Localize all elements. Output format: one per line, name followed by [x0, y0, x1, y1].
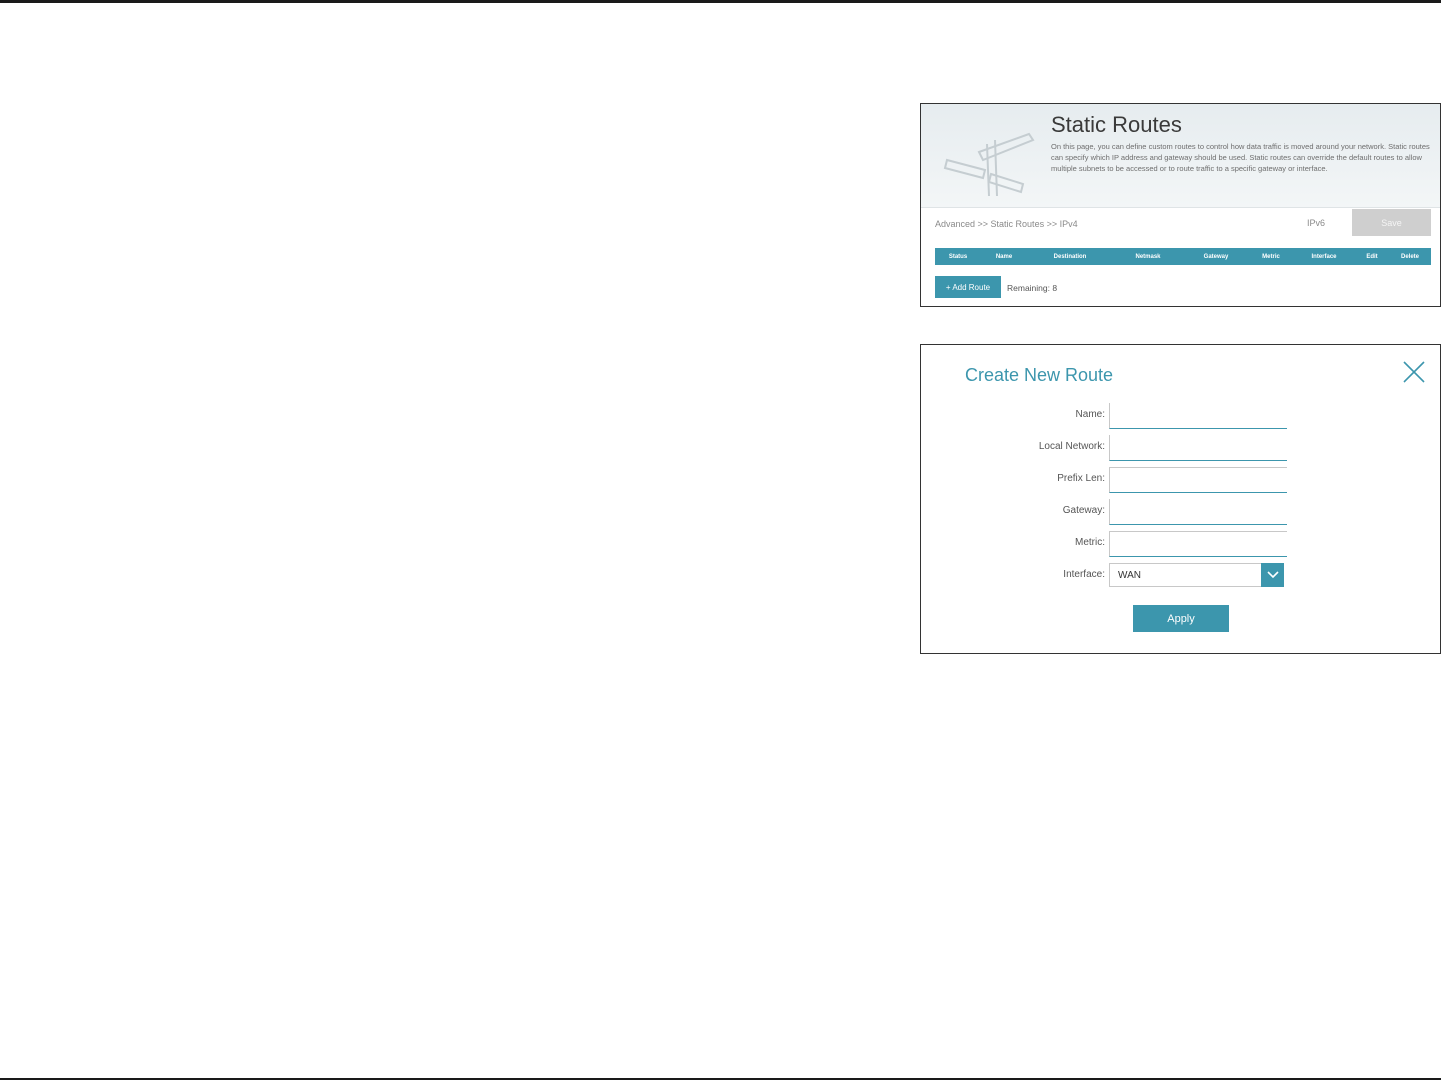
page-title: Static Routes [1051, 112, 1182, 137]
name-field[interactable] [1109, 403, 1287, 429]
metric-field[interactable] [1109, 531, 1287, 557]
local-network-row: Local Network: [921, 435, 1440, 463]
chevron-down-icon[interactable] [1261, 563, 1284, 587]
add-route-button[interactable]: + Add Route [935, 276, 1001, 298]
column-header: Status [948, 253, 968, 260]
column-header: Netmask [1135, 253, 1161, 260]
routes-table-header: Status Name Destination Netmask Gateway … [935, 248, 1431, 265]
column-header: Gateway [1203, 253, 1229, 260]
bottom-rule [0, 1078, 1441, 1080]
metric-row: Metric: [921, 531, 1440, 559]
local-network-label: Local Network: [1038, 441, 1105, 452]
manual-page: Static Routes On this page, you can defi… [0, 0, 1441, 1081]
name-row: Name: [921, 403, 1440, 431]
column-header: Delete [1400, 253, 1419, 260]
create-route-dialog: Create New Route Name: Local Network: Pr… [920, 344, 1441, 654]
metric-label: Metric: [1075, 537, 1105, 548]
prefix-len-row: Prefix Len: [921, 467, 1440, 495]
signpost-icon [943, 132, 1035, 197]
interface-label: Interface: [1063, 569, 1105, 580]
apply-button[interactable]: Apply [1133, 605, 1229, 632]
breadcrumb: Advanced >> Static Routes >> IPv4 [935, 219, 1078, 229]
prefix-len-label: Prefix Len: [1057, 473, 1105, 484]
column-header: Edit [1366, 253, 1378, 260]
page-description: On this page, you can define custom rout… [1051, 142, 1430, 173]
close-icon[interactable] [1401, 359, 1427, 385]
column-header: Name [995, 253, 1013, 260]
column-header: Destination [1053, 253, 1087, 260]
static-routes-hero: Static Routes On this page, you can defi… [921, 104, 1440, 208]
dialog-title: Create New Route [965, 365, 1114, 385]
gateway-field[interactable] [1109, 499, 1287, 525]
save-button[interactable]: Save [1352, 209, 1431, 236]
interface-row: Interface: WAN [921, 563, 1440, 591]
column-header: Interface [1311, 253, 1337, 260]
static-routes-panel: Static Routes On this page, you can defi… [920, 103, 1441, 307]
local-network-field[interactable] [1109, 435, 1287, 461]
prefix-len-field[interactable] [1109, 467, 1287, 493]
interface-select[interactable]: WAN [1109, 563, 1284, 587]
remaining-count: Remaining: 8 [1007, 283, 1058, 293]
gateway-row: Gateway: [921, 499, 1440, 527]
gateway-label: Gateway: [1062, 505, 1105, 516]
column-header: Metric [1262, 253, 1280, 260]
top-rule [0, 0, 1441, 3]
interface-value: WAN [1118, 570, 1141, 581]
name-label: Name: [1075, 409, 1105, 420]
ipv6-link[interactable]: IPv6 [1307, 218, 1325, 228]
